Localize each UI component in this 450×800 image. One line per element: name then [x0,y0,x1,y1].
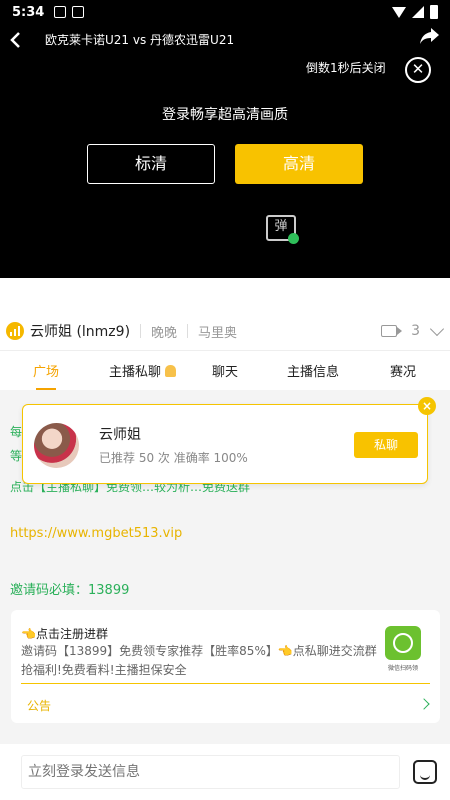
chat-link[interactable]: https://www.mgbet513.vip [10,526,182,541]
anchor-name[interactable]: 云师姐 (lnmz9) [30,321,130,341]
danmu-label: 弹 [274,219,288,234]
divider [21,683,430,684]
invite-code-message: 邀请码必填：13899 [10,583,130,598]
promo-card[interactable]: 👈点击注册进群 邀请码【13899】免费领专家推荐【胜率85%】👈点私聊进交流群… [11,610,440,723]
chevron-right-icon[interactable] [418,698,430,710]
level-icon [6,322,24,340]
promo-title: 👈点击注册进群 [21,627,108,641]
tab-anchor-private-chat[interactable]: 主播私聊 [109,361,177,380]
viewer-count: 3 [411,323,420,339]
anchor-popup-card[interactable]: 云师姐 已推荐 50 次 准确率 100% 私聊 [22,404,428,484]
private-chat-button[interactable]: 私聊 [354,432,418,458]
check-icon [288,233,299,244]
match-title: 欧克莱卡诺U21 vs 丹德农迅雷U21 [45,33,235,47]
tab-square[interactable]: 广场 [33,361,59,390]
divider [187,324,189,338]
tab-bar: 广场 主播私聊 聊天 主播信息 赛况 [0,350,450,390]
promo-body: 邀请码【13899】免费领专家推荐【胜率85%】👈点私聊进交流群抢福利!免费看料… [21,644,377,677]
close-icon[interactable]: ✕ [405,57,431,83]
anchor-tag-1[interactable]: 晚晚 [151,322,177,341]
card-close-icon[interactable]: × [418,397,436,415]
sticker-icon[interactable] [413,760,437,784]
login-tip: 登录畅享超高清画质 [162,107,288,123]
message-bar [0,744,450,800]
anchor-tag-2[interactable]: 马里奥 [198,322,237,341]
chat-message: 等 [10,449,23,463]
tab-match-status[interactable]: 赛况 [390,361,416,380]
signal-icon [412,6,424,18]
danmu-toggle-icon[interactable]: 弹 [266,215,299,244]
avatar[interactable] [34,423,79,468]
video-player[interactable]: 欧克莱卡诺U21 vs 丹德农迅雷U21 倒数1秒后关闭 ✕ 登录畅享超高清画质… [0,24,450,278]
anchor-info-row: 云师姐 (lnmz9) 晚晚 马里奥 3 [0,316,450,346]
notice-label[interactable]: 公告 [27,697,51,714]
countdown-text: 倒数1秒后关闭 [306,61,386,75]
status-bar: 5:34 [0,0,450,24]
hd-quality-button[interactable]: 高清 [235,144,363,184]
qr-label: 微信扫码领 [387,665,418,672]
tab-chat[interactable]: 聊天 [212,361,238,380]
chevron-down-icon[interactable] [429,321,445,336]
bell-icon [165,365,177,377]
wifi-icon [392,6,406,18]
tab-anchor-info[interactable]: 主播信息 [287,361,339,380]
wechat-qr-icon[interactable] [385,626,421,660]
app-notification-icon [72,6,85,18]
share-icon[interactable] [418,26,440,46]
message-input[interactable] [21,755,400,789]
back-arrow-icon[interactable] [8,30,24,50]
chat-message: 每 [10,425,23,439]
battery-icon [430,5,438,19]
tab-label: 主播私聊 [109,365,162,380]
sd-quality-button[interactable]: 标清 [87,144,215,184]
image-notification-icon [54,6,67,18]
video-camera-icon [381,325,403,337]
status-time: 5:34 [12,4,45,20]
divider [140,324,142,338]
card-stats: 已推荐 50 次 准确率 100% [99,451,248,465]
card-anchor-name: 云师姐 [99,427,141,443]
